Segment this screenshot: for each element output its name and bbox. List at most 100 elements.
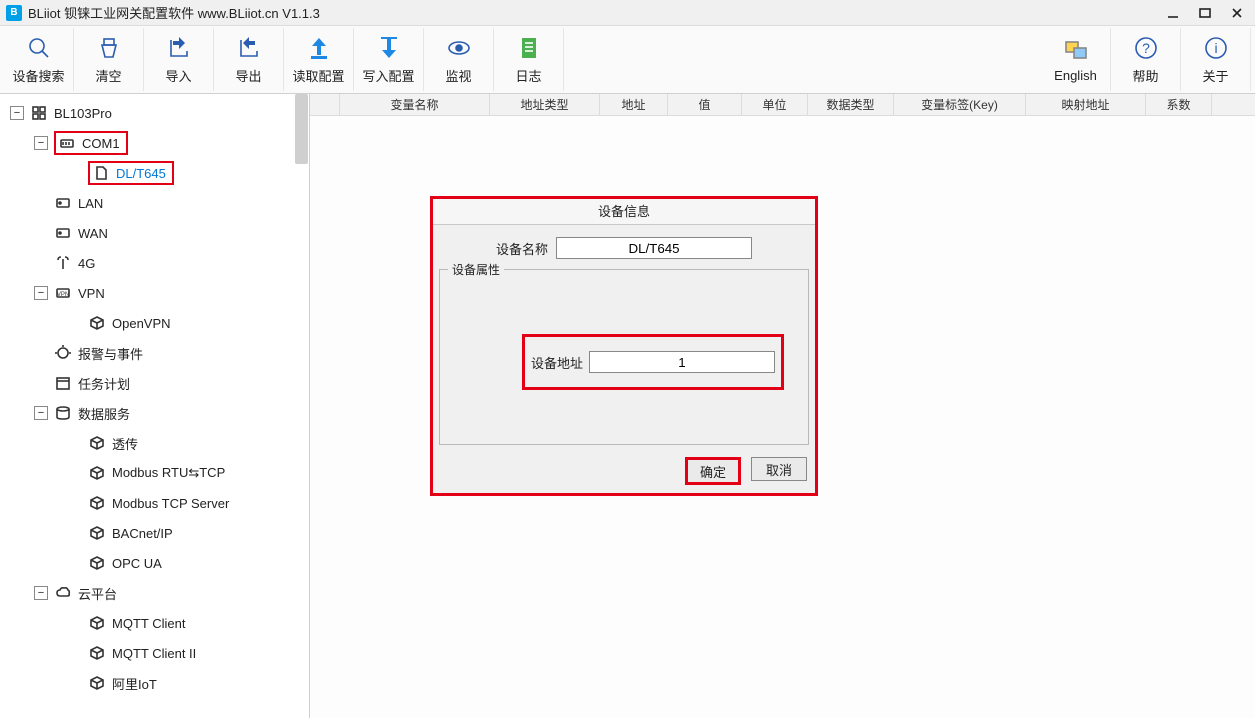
port-icon: [58, 134, 76, 152]
sidebar-scrollbar[interactable]: [295, 94, 308, 164]
device-icon: [30, 104, 48, 122]
tree-toggle[interactable]: −: [34, 136, 48, 150]
cube-icon: [88, 464, 106, 482]
toolbar-label: 清空: [95, 66, 121, 85]
tree-label: LAN: [78, 196, 103, 211]
device-property-legend: 设备属性: [448, 261, 504, 278]
grid-column-header[interactable]: 数据类型: [808, 94, 894, 115]
cube-icon: [88, 314, 106, 332]
alarm-icon: [54, 344, 72, 362]
language-button[interactable]: English: [1041, 28, 1111, 91]
tree-toggle[interactable]: −: [34, 586, 48, 600]
maximize-button[interactable]: [1199, 7, 1211, 19]
tree-vpn[interactable]: −VPNVPN: [0, 278, 309, 308]
sidebar: −BL103Pro− COM1 DL/T645 LANWAN4G−VPNVPNO…: [0, 94, 310, 718]
tree-alarm[interactable]: 报警与事件: [0, 338, 309, 368]
tree-modbus-tcp-server[interactable]: Modbus TCP Server: [0, 488, 309, 518]
tree-root[interactable]: − BL103Pro: [0, 98, 309, 128]
tree-label: BL103Pro: [54, 106, 112, 121]
cube-icon: [88, 524, 106, 542]
toolbar: 设备搜索 清空 导入 导出 读取配置 写入配置 监视 日志 English?: [0, 26, 1255, 94]
toolbar-label: 导入: [165, 66, 191, 85]
app-icon: B: [6, 5, 22, 21]
tree-com1[interactable]: − COM1: [0, 128, 309, 158]
cloud-icon: [54, 584, 72, 602]
ok-button[interactable]: 确定: [685, 457, 741, 485]
grid-column-header[interactable]: 变量标签(Key): [894, 94, 1026, 115]
download-icon: [375, 34, 403, 62]
tree-mqtt-client[interactable]: MQTT Client: [0, 608, 309, 638]
antenna-icon: [54, 254, 72, 272]
grid-column-header[interactable]: 映射地址: [1026, 94, 1146, 115]
toolbar-label: 导出: [235, 66, 261, 85]
main-panel: 变量名称地址类型地址值单位数据类型变量标签(Key)映射地址系数 设备信息 设备…: [310, 94, 1255, 718]
tree-label: OPC UA: [112, 556, 162, 571]
toolbar-label: 监视: [445, 66, 471, 85]
grid-column-header[interactable]: 值: [668, 94, 742, 115]
tree-toggle[interactable]: −: [34, 406, 48, 420]
toolbar-label: 设备搜索: [12, 66, 64, 85]
device-search-button[interactable]: 设备搜索: [4, 28, 74, 91]
cancel-button[interactable]: 取消: [751, 457, 807, 481]
help-button[interactable]: ? 帮助: [1111, 28, 1181, 91]
tree-label: Modbus TCP Server: [112, 496, 229, 511]
grid-column-header[interactable]: 地址类型: [490, 94, 600, 115]
tree-toggle[interactable]: −: [10, 106, 24, 120]
write-config-button[interactable]: 写入配置: [354, 28, 424, 91]
clear-icon: [95, 34, 123, 62]
toolbar-label: 关于: [1202, 66, 1228, 85]
import-button[interactable]: 导入: [144, 28, 214, 91]
monitor-button[interactable]: 监视: [424, 28, 494, 91]
close-button[interactable]: [1231, 7, 1243, 19]
tree-label: COM1: [82, 136, 120, 151]
db-icon: [54, 404, 72, 422]
clear-button[interactable]: 清空: [74, 28, 144, 91]
tree-label: 透传: [112, 434, 138, 453]
tree-label: 4G: [78, 256, 95, 271]
search-icon: [25, 34, 53, 62]
grid-column-header[interactable]: 系数: [1146, 94, 1212, 115]
tree-lan[interactable]: LAN: [0, 188, 309, 218]
minimize-button[interactable]: [1167, 7, 1179, 19]
grid-column-header[interactable]: 变量名称: [340, 94, 490, 115]
tree-4g[interactable]: 4G: [0, 248, 309, 278]
device-info-dialog: 设备信息 设备名称 设备属性 设备地址 确定 取消: [430, 196, 818, 496]
export-button[interactable]: 导出: [214, 28, 284, 91]
tree-label: VPN: [78, 286, 105, 301]
tree-label: 数据服务: [78, 404, 130, 423]
tree-cloud[interactable]: −云平台: [0, 578, 309, 608]
toolbar-label: English: [1054, 68, 1097, 83]
tree-dataservice[interactable]: − 数据服务: [0, 398, 309, 428]
tree-wan[interactable]: WAN: [0, 218, 309, 248]
tree-label: WAN: [78, 226, 108, 241]
tree-ali-iot[interactable]: 阿里IoT: [0, 668, 309, 698]
tree-label: 报警与事件: [78, 344, 143, 363]
tree-modbus-rtu-tcp[interactable]: Modbus RTU⇆TCP: [0, 458, 309, 488]
grid-column-header[interactable]: 地址: [600, 94, 668, 115]
tree-passthrough[interactable]: 透传: [0, 428, 309, 458]
grid-column-header[interactable]: 单位: [742, 94, 808, 115]
tree-dlt645[interactable]: DL/T645: [0, 158, 309, 188]
tree-label: 任务计划: [78, 374, 130, 393]
tree-openvpn[interactable]: OpenVPN: [0, 308, 309, 338]
tree-schedule[interactable]: 任务计划: [0, 368, 309, 398]
tree-opcua[interactable]: OPC UA: [0, 548, 309, 578]
doc-icon: [92, 164, 110, 182]
toolbar-label: 写入配置: [362, 66, 414, 85]
info-icon: i: [1202, 34, 1230, 62]
lang-icon: [1062, 36, 1090, 64]
toolbar-label: 读取配置: [292, 66, 344, 85]
tree-toggle[interactable]: −: [34, 286, 48, 300]
about-button[interactable]: i 关于: [1181, 28, 1251, 91]
cube-icon: [88, 614, 106, 632]
toolbar-label: 帮助: [1132, 66, 1158, 85]
svg-text:i: i: [1214, 40, 1217, 56]
log-button[interactable]: 日志: [494, 28, 564, 91]
device-name-input[interactable]: [556, 237, 752, 259]
titlebar: B BLiiot 钡铼工业网关配置软件 www.BLiiot.cn V1.1.3: [0, 0, 1255, 26]
read-config-button[interactable]: 读取配置: [284, 28, 354, 91]
device-address-input[interactable]: [589, 351, 775, 373]
tree-mqtt-client-2[interactable]: MQTT Client II: [0, 638, 309, 668]
tree-bacnet[interactable]: BACnet/IP: [0, 518, 309, 548]
net-icon: [54, 224, 72, 242]
